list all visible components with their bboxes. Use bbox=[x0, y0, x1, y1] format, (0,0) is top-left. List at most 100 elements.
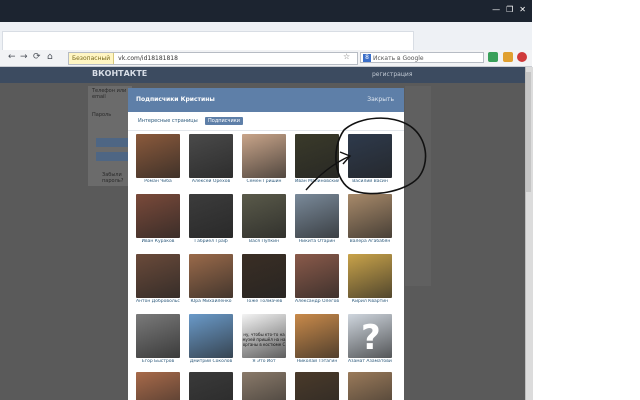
follower-name[interactable]: Дмитрий Соколов bbox=[189, 359, 233, 364]
follower-name[interactable]: Кирил Квартин bbox=[348, 299, 392, 304]
follower-avatar[interactable] bbox=[295, 314, 339, 358]
follower-avatar[interactable] bbox=[136, 254, 180, 298]
url-bar[interactable]: Безопасный vk.com/id18181818 bbox=[68, 52, 358, 65]
question-mark-icon: ? bbox=[361, 318, 381, 358]
follower-name[interactable]: Вася Пупкин bbox=[242, 239, 286, 244]
follower-card[interactable]: Алексей Орехов bbox=[189, 134, 233, 184]
follower-card[interactable]: Иван Малиновский bbox=[295, 134, 339, 184]
tab-interesting-pages[interactable]: Интересные страницы bbox=[138, 118, 198, 124]
follower-avatar[interactable] bbox=[242, 372, 286, 400]
follower-name[interactable]: Николай Тэтагин bbox=[295, 359, 339, 364]
follower-name[interactable]: Юра Михайленко bbox=[189, 299, 233, 304]
follower-name[interactable]: Азамат Азаматович bbox=[348, 359, 392, 364]
follower-card[interactable]: Тоже Толмачёв bbox=[242, 254, 286, 304]
active-browser-tab[interactable] bbox=[2, 31, 414, 52]
maximize-button[interactable]: ❐ bbox=[506, 5, 513, 14]
follower-avatar[interactable] bbox=[136, 134, 180, 178]
back-icon[interactable]: ← bbox=[8, 52, 16, 62]
follower-card[interactable]: ? Азамат Азаматович bbox=[348, 314, 392, 364]
extension-icon[interactable] bbox=[488, 52, 498, 62]
follower-avatar[interactable] bbox=[189, 194, 233, 238]
follower-name[interactable]: Александр Олегович bbox=[295, 299, 339, 304]
follower-card[interactable]: ну, чтобы кто-то на музей пришёл на на о… bbox=[242, 314, 286, 364]
follower-avatar[interactable] bbox=[189, 314, 233, 358]
follower-name[interactable]: Егор Быстров bbox=[136, 359, 180, 364]
follower-name[interactable]: Тоже Толмачёв bbox=[242, 299, 286, 304]
follower-avatar[interactable] bbox=[295, 194, 339, 238]
follower-avatar[interactable]: ну, чтобы кто-то на музей пришёл на на о… bbox=[242, 314, 286, 358]
security-badge[interactable]: Безопасный bbox=[69, 53, 115, 64]
extension-badge-icon[interactable] bbox=[503, 52, 513, 62]
follower-name[interactable]: Иван Малиновский bbox=[295, 179, 339, 184]
follower-card[interactable]: Антон Добровольский bbox=[136, 254, 180, 304]
follower-card[interactable] bbox=[295, 372, 339, 400]
modal-tabs: Интересные страницы Подписчики bbox=[128, 112, 404, 131]
follower-name[interactable]: Валера Агабабян bbox=[348, 239, 392, 244]
follower-card[interactable]: Юра Михайленко bbox=[189, 254, 233, 304]
follower-card[interactable]: Николай Тэтагин bbox=[295, 314, 339, 364]
follower-name[interactable]: Василий Васин bbox=[348, 179, 392, 184]
reload-icon[interactable]: ⟳ bbox=[33, 52, 41, 62]
follower-avatar[interactable] bbox=[348, 254, 392, 298]
follower-card[interactable] bbox=[189, 372, 233, 400]
follower-card[interactable]: Никита Отарин bbox=[295, 194, 339, 244]
scrollbar-thumb[interactable] bbox=[526, 72, 531, 192]
follower-card[interactable]: Кирил Квартин bbox=[348, 254, 392, 304]
follower-card[interactable]: Василий Васин bbox=[348, 134, 392, 184]
follower-avatar[interactable] bbox=[348, 194, 392, 238]
follower-name[interactable]: Габриел Граф bbox=[189, 239, 233, 244]
follower-avatar[interactable] bbox=[189, 134, 233, 178]
follower-avatar[interactable] bbox=[242, 254, 286, 298]
forward-icon[interactable]: → bbox=[20, 52, 28, 62]
follower-name[interactable]: Алексей Орехов bbox=[189, 179, 233, 184]
follower-name[interactable]: Иван Кураков bbox=[136, 239, 180, 244]
follower-avatar[interactable] bbox=[295, 134, 339, 178]
follower-name[interactable]: Роман Чиба bbox=[136, 179, 180, 184]
follower-name[interactable]: Никита Отарин bbox=[295, 239, 339, 244]
follower-avatar[interactable] bbox=[189, 372, 233, 400]
url-text: vk.com/id18181818 bbox=[118, 55, 178, 62]
follower-card[interactable] bbox=[136, 372, 180, 400]
minimize-button[interactable]: — bbox=[492, 5, 500, 14]
follower-avatar[interactable]: ? bbox=[348, 314, 392, 358]
search-engine-icon[interactable]: 8 bbox=[363, 54, 371, 62]
follower-avatar[interactable] bbox=[242, 194, 286, 238]
follower-avatar[interactable] bbox=[136, 194, 180, 238]
follower-card[interactable]: Иван Кураков bbox=[136, 194, 180, 244]
search-placeholder: Искать в Google bbox=[373, 55, 424, 62]
follower-card[interactable]: Роман Чиба bbox=[136, 134, 180, 184]
follower-avatar[interactable] bbox=[242, 134, 286, 178]
home-icon[interactable]: ⌂ bbox=[47, 52, 53, 62]
follower-avatar[interactable] bbox=[189, 254, 233, 298]
follower-card[interactable] bbox=[348, 372, 392, 400]
bookmark-star-icon[interactable]: ☆ bbox=[343, 52, 350, 61]
follower-avatar[interactable] bbox=[348, 134, 392, 178]
follower-card[interactable]: Вася Пупкин bbox=[242, 194, 286, 244]
search-box[interactable]: 8 Искать в Google bbox=[360, 52, 484, 63]
follower-card[interactable]: Габриел Граф bbox=[189, 194, 233, 244]
tab-followers[interactable]: Подписчики bbox=[205, 117, 244, 125]
login-button[interactable] bbox=[96, 138, 132, 147]
follower-avatar[interactable] bbox=[295, 372, 339, 400]
follower-avatar[interactable] bbox=[295, 254, 339, 298]
right-column bbox=[405, 86, 431, 286]
follower-card[interactable]: Егор Быстров bbox=[136, 314, 180, 364]
follower-name[interactable]: Я Это Иот bbox=[242, 359, 286, 364]
follower-card[interactable]: Семён Гришин bbox=[242, 134, 286, 184]
follower-avatar[interactable] bbox=[136, 372, 180, 400]
opera-icon[interactable] bbox=[517, 52, 527, 62]
follower-avatar[interactable] bbox=[348, 372, 392, 400]
follower-name[interactable]: Семён Гришин bbox=[242, 179, 286, 184]
follower-name[interactable]: Антон Добровольский bbox=[136, 299, 180, 304]
signup-button[interactable] bbox=[96, 152, 132, 161]
vk-logo[interactable]: ВКОНТАКТЕ bbox=[92, 69, 147, 78]
close-window-button[interactable]: ✕ bbox=[519, 5, 526, 14]
register-link[interactable]: регистрация bbox=[372, 71, 412, 78]
close-button[interactable]: Закрыть bbox=[367, 96, 394, 103]
follower-card[interactable]: Валера Агабабян bbox=[348, 194, 392, 244]
follower-card[interactable]: Дмитрий Соколов bbox=[189, 314, 233, 364]
follower-card[interactable]: Александр Олегович bbox=[295, 254, 339, 304]
follower-card[interactable] bbox=[242, 372, 286, 400]
tab-strip bbox=[0, 22, 532, 52]
follower-avatar[interactable] bbox=[136, 314, 180, 358]
